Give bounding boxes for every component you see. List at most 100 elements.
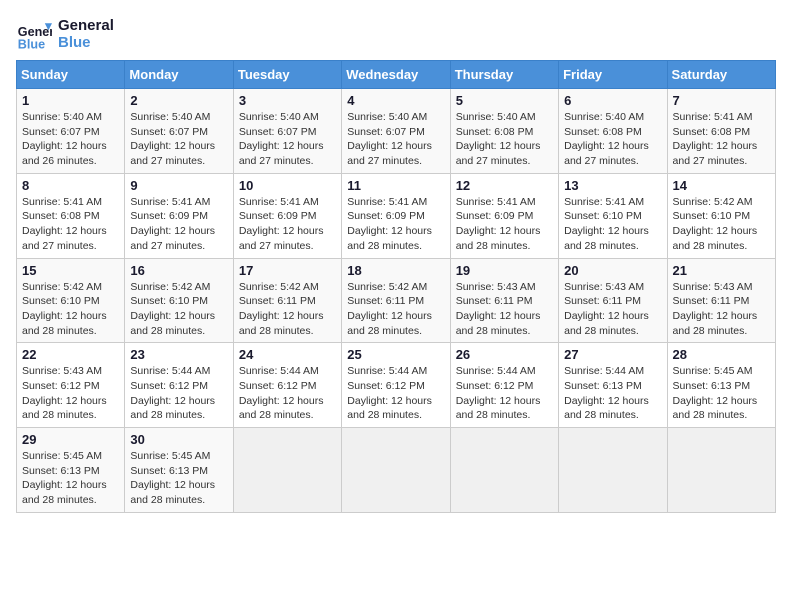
day-header-friday: Friday <box>559 61 667 89</box>
logo-icon: General Blue <box>16 16 52 52</box>
calendar-cell: 28 Sunrise: 5:45 AM Sunset: 6:13 PM Dayl… <box>667 343 775 428</box>
calendar-cell: 27 Sunrise: 5:44 AM Sunset: 6:13 PM Dayl… <box>559 343 667 428</box>
day-number: 23 <box>130 347 227 362</box>
day-info: Sunrise: 5:41 AM Sunset: 6:10 PM Dayligh… <box>564 195 661 254</box>
day-info: Sunrise: 5:43 AM Sunset: 6:11 PM Dayligh… <box>564 280 661 339</box>
day-number: 17 <box>239 263 336 278</box>
day-info: Sunrise: 5:40 AM Sunset: 6:08 PM Dayligh… <box>564 110 661 169</box>
calendar-cell: 8 Sunrise: 5:41 AM Sunset: 6:08 PM Dayli… <box>17 173 125 258</box>
calendar-cell: 30 Sunrise: 5:45 AM Sunset: 6:13 PM Dayl… <box>125 428 233 513</box>
header: General Blue General Blue <box>16 16 776 52</box>
day-info: Sunrise: 5:42 AM Sunset: 6:10 PM Dayligh… <box>673 195 770 254</box>
day-number: 8 <box>22 178 119 193</box>
day-info: Sunrise: 5:43 AM Sunset: 6:11 PM Dayligh… <box>456 280 553 339</box>
calendar-cell: 16 Sunrise: 5:42 AM Sunset: 6:10 PM Dayl… <box>125 258 233 343</box>
day-number: 12 <box>456 178 553 193</box>
calendar-table: SundayMondayTuesdayWednesdayThursdayFrid… <box>16 60 776 513</box>
day-header-sunday: Sunday <box>17 61 125 89</box>
day-header-monday: Monday <box>125 61 233 89</box>
day-info: Sunrise: 5:41 AM Sunset: 6:08 PM Dayligh… <box>22 195 119 254</box>
day-info: Sunrise: 5:40 AM Sunset: 6:07 PM Dayligh… <box>130 110 227 169</box>
calendar-cell: 12 Sunrise: 5:41 AM Sunset: 6:09 PM Dayl… <box>450 173 558 258</box>
calendar-cell: 10 Sunrise: 5:41 AM Sunset: 6:09 PM Dayl… <box>233 173 341 258</box>
day-number: 10 <box>239 178 336 193</box>
day-info: Sunrise: 5:42 AM Sunset: 6:11 PM Dayligh… <box>239 280 336 339</box>
calendar-cell <box>233 428 341 513</box>
calendar-cell: 25 Sunrise: 5:44 AM Sunset: 6:12 PM Dayl… <box>342 343 450 428</box>
day-number: 18 <box>347 263 444 278</box>
day-number: 2 <box>130 93 227 108</box>
day-number: 16 <box>130 263 227 278</box>
logo-general: General <box>58 17 114 34</box>
calendar-cell: 5 Sunrise: 5:40 AM Sunset: 6:08 PM Dayli… <box>450 89 558 174</box>
calendar-week-4: 22 Sunrise: 5:43 AM Sunset: 6:12 PM Dayl… <box>17 343 776 428</box>
day-info: Sunrise: 5:40 AM Sunset: 6:07 PM Dayligh… <box>239 110 336 169</box>
day-info: Sunrise: 5:42 AM Sunset: 6:10 PM Dayligh… <box>130 280 227 339</box>
calendar-cell: 13 Sunrise: 5:41 AM Sunset: 6:10 PM Dayl… <box>559 173 667 258</box>
calendar-cell <box>450 428 558 513</box>
calendar-cell: 9 Sunrise: 5:41 AM Sunset: 6:09 PM Dayli… <box>125 173 233 258</box>
day-number: 9 <box>130 178 227 193</box>
calendar-cell: 14 Sunrise: 5:42 AM Sunset: 6:10 PM Dayl… <box>667 173 775 258</box>
calendar-cell: 6 Sunrise: 5:40 AM Sunset: 6:08 PM Dayli… <box>559 89 667 174</box>
day-number: 7 <box>673 93 770 108</box>
logo-blue: Blue <box>58 34 114 51</box>
day-number: 27 <box>564 347 661 362</box>
calendar-cell: 15 Sunrise: 5:42 AM Sunset: 6:10 PM Dayl… <box>17 258 125 343</box>
day-number: 28 <box>673 347 770 362</box>
calendar-cell: 21 Sunrise: 5:43 AM Sunset: 6:11 PM Dayl… <box>667 258 775 343</box>
day-number: 4 <box>347 93 444 108</box>
calendar-cell: 18 Sunrise: 5:42 AM Sunset: 6:11 PM Dayl… <box>342 258 450 343</box>
calendar-week-2: 8 Sunrise: 5:41 AM Sunset: 6:08 PM Dayli… <box>17 173 776 258</box>
day-number: 1 <box>22 93 119 108</box>
calendar-header: SundayMondayTuesdayWednesdayThursdayFrid… <box>17 61 776 89</box>
logo: General Blue General Blue <box>16 16 114 52</box>
day-number: 25 <box>347 347 444 362</box>
day-info: Sunrise: 5:41 AM Sunset: 6:09 PM Dayligh… <box>347 195 444 254</box>
day-info: Sunrise: 5:40 AM Sunset: 6:07 PM Dayligh… <box>347 110 444 169</box>
calendar-cell: 20 Sunrise: 5:43 AM Sunset: 6:11 PM Dayl… <box>559 258 667 343</box>
calendar-cell: 11 Sunrise: 5:41 AM Sunset: 6:09 PM Dayl… <box>342 173 450 258</box>
day-number: 29 <box>22 432 119 447</box>
day-number: 24 <box>239 347 336 362</box>
day-info: Sunrise: 5:45 AM Sunset: 6:13 PM Dayligh… <box>22 449 119 508</box>
day-number: 5 <box>456 93 553 108</box>
day-info: Sunrise: 5:40 AM Sunset: 6:08 PM Dayligh… <box>456 110 553 169</box>
day-number: 13 <box>564 178 661 193</box>
calendar-cell: 22 Sunrise: 5:43 AM Sunset: 6:12 PM Dayl… <box>17 343 125 428</box>
calendar-week-1: 1 Sunrise: 5:40 AM Sunset: 6:07 PM Dayli… <box>17 89 776 174</box>
day-header-wednesday: Wednesday <box>342 61 450 89</box>
day-info: Sunrise: 5:44 AM Sunset: 6:13 PM Dayligh… <box>564 364 661 423</box>
calendar-cell: 24 Sunrise: 5:44 AM Sunset: 6:12 PM Dayl… <box>233 343 341 428</box>
day-number: 15 <box>22 263 119 278</box>
day-number: 3 <box>239 93 336 108</box>
calendar-cell: 26 Sunrise: 5:44 AM Sunset: 6:12 PM Dayl… <box>450 343 558 428</box>
day-number: 6 <box>564 93 661 108</box>
day-info: Sunrise: 5:44 AM Sunset: 6:12 PM Dayligh… <box>130 364 227 423</box>
svg-text:Blue: Blue <box>18 37 45 51</box>
calendar-cell: 23 Sunrise: 5:44 AM Sunset: 6:12 PM Dayl… <box>125 343 233 428</box>
day-info: Sunrise: 5:40 AM Sunset: 6:07 PM Dayligh… <box>22 110 119 169</box>
day-number: 26 <box>456 347 553 362</box>
day-info: Sunrise: 5:44 AM Sunset: 6:12 PM Dayligh… <box>456 364 553 423</box>
day-info: Sunrise: 5:41 AM Sunset: 6:09 PM Dayligh… <box>130 195 227 254</box>
day-info: Sunrise: 5:41 AM Sunset: 6:09 PM Dayligh… <box>456 195 553 254</box>
calendar-cell: 3 Sunrise: 5:40 AM Sunset: 6:07 PM Dayli… <box>233 89 341 174</box>
day-info: Sunrise: 5:41 AM Sunset: 6:09 PM Dayligh… <box>239 195 336 254</box>
day-header-tuesday: Tuesday <box>233 61 341 89</box>
day-info: Sunrise: 5:44 AM Sunset: 6:12 PM Dayligh… <box>239 364 336 423</box>
calendar-cell: 4 Sunrise: 5:40 AM Sunset: 6:07 PM Dayli… <box>342 89 450 174</box>
day-info: Sunrise: 5:43 AM Sunset: 6:11 PM Dayligh… <box>673 280 770 339</box>
day-number: 14 <box>673 178 770 193</box>
calendar-cell <box>559 428 667 513</box>
calendar-cell: 7 Sunrise: 5:41 AM Sunset: 6:08 PM Dayli… <box>667 89 775 174</box>
calendar-cell: 2 Sunrise: 5:40 AM Sunset: 6:07 PM Dayli… <box>125 89 233 174</box>
day-number: 22 <box>22 347 119 362</box>
day-number: 30 <box>130 432 227 447</box>
day-info: Sunrise: 5:43 AM Sunset: 6:12 PM Dayligh… <box>22 364 119 423</box>
calendar-week-3: 15 Sunrise: 5:42 AM Sunset: 6:10 PM Dayl… <box>17 258 776 343</box>
day-header-thursday: Thursday <box>450 61 558 89</box>
day-number: 11 <box>347 178 444 193</box>
calendar-cell <box>667 428 775 513</box>
day-info: Sunrise: 5:45 AM Sunset: 6:13 PM Dayligh… <box>673 364 770 423</box>
